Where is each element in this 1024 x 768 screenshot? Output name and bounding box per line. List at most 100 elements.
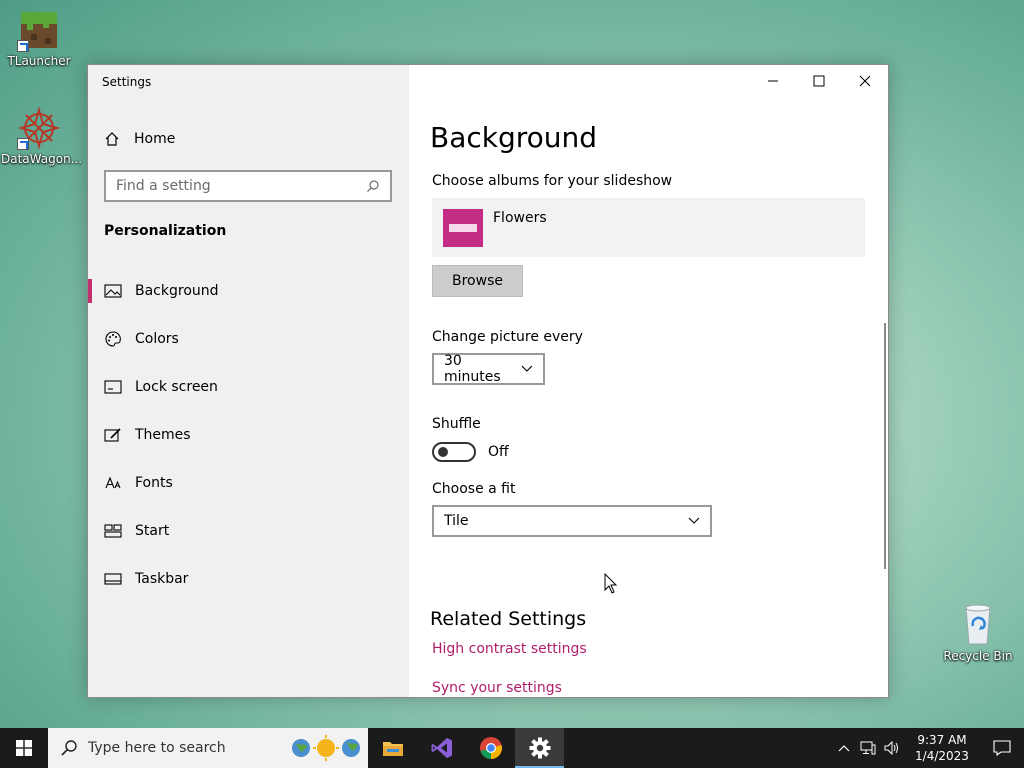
sidebar-item-label: Taskbar bbox=[135, 571, 189, 587]
sidebar-item-start[interactable]: Start bbox=[88, 507, 409, 555]
minimize-button[interactable] bbox=[750, 65, 796, 97]
close-icon bbox=[859, 75, 871, 87]
album-thumbnail bbox=[443, 209, 483, 247]
search-icon bbox=[367, 180, 379, 192]
volume-button[interactable] bbox=[880, 741, 904, 755]
search-icon bbox=[61, 740, 77, 756]
dropdown-value: 30 minutes bbox=[444, 353, 501, 385]
change-picture-label: Change picture every bbox=[432, 329, 583, 345]
home-icon bbox=[105, 132, 119, 146]
sidebar-item-fonts[interactable]: Fonts bbox=[88, 459, 409, 507]
start-icon bbox=[104, 522, 122, 540]
sidebar-item-label: Fonts bbox=[135, 475, 173, 491]
desktop-icon-tlauncher[interactable]: TLauncher bbox=[1, 8, 77, 68]
chevron-up-icon bbox=[838, 745, 850, 752]
page-title: Background bbox=[430, 121, 598, 154]
taskbar-app-chrome[interactable] bbox=[466, 728, 515, 768]
window-title: Settings bbox=[102, 75, 152, 89]
taskbar-search-box[interactable]: Type here to search bbox=[48, 728, 368, 768]
search-placeholder: Find a setting bbox=[116, 178, 211, 194]
tlauncher-icon bbox=[17, 8, 61, 52]
volume-icon bbox=[884, 741, 898, 755]
system-tray: 9:37 AM 1/4/2023 bbox=[832, 728, 1024, 768]
home-link[interactable]: Home bbox=[104, 129, 175, 149]
sidebar-item-themes[interactable]: Themes bbox=[88, 411, 409, 459]
related-settings-title: Related Settings bbox=[430, 608, 587, 630]
search-highlight[interactable] bbox=[290, 734, 362, 762]
album-item[interactable]: Flowers bbox=[432, 198, 865, 257]
change-picture-dropdown[interactable]: 30 minutes bbox=[432, 353, 545, 385]
start-button[interactable] bbox=[0, 728, 48, 768]
dropdown-value: Tile bbox=[444, 513, 469, 529]
maximize-button[interactable] bbox=[796, 65, 842, 97]
lock-screen-icon bbox=[104, 378, 122, 396]
network-button[interactable] bbox=[856, 741, 880, 755]
fit-dropdown[interactable]: Tile bbox=[432, 505, 712, 537]
desktop-icon-label: TLauncher bbox=[7, 54, 71, 68]
taskbar-app-file-explorer[interactable] bbox=[368, 728, 417, 768]
sidebar: Settings Home Find a setting Personaliza… bbox=[88, 65, 409, 697]
sidebar-item-background[interactable]: Background bbox=[88, 267, 409, 315]
albums-label: Choose albums for your slideshow bbox=[432, 173, 673, 189]
sidebar-item-colors[interactable]: Colors bbox=[88, 315, 409, 363]
sidebar-item-lock-screen[interactable]: Lock screen bbox=[88, 363, 409, 411]
shuffle-toggle[interactable] bbox=[432, 442, 476, 462]
notifications-button[interactable] bbox=[980, 740, 1024, 756]
shuffle-toggle-row: Off bbox=[432, 442, 509, 462]
clock-date: 1/4/2023 bbox=[915, 749, 969, 763]
datawagon-icon bbox=[17, 106, 61, 150]
taskbar: Type here to search 9:37 AM 1/4/2023 bbox=[0, 728, 1024, 768]
close-button[interactable] bbox=[842, 65, 888, 97]
settings-window: Settings Home Find a setting Personaliza… bbox=[87, 64, 889, 698]
find-setting-input[interactable]: Find a setting bbox=[104, 170, 392, 202]
chrome-icon bbox=[479, 737, 502, 759]
network-icon bbox=[860, 741, 876, 755]
sun-icon bbox=[313, 735, 339, 761]
taskbar-search-placeholder: Type here to search bbox=[88, 740, 226, 756]
high-contrast-link[interactable]: High contrast settings bbox=[432, 641, 587, 657]
themes-icon bbox=[104, 426, 122, 444]
fonts-icon bbox=[104, 474, 122, 492]
sidebar-item-label: Start bbox=[135, 523, 170, 539]
show-hidden-icons-button[interactable] bbox=[832, 744, 856, 752]
taskbar-app-visual-studio[interactable] bbox=[417, 728, 466, 768]
sidebar-item-taskbar[interactable]: Taskbar bbox=[88, 555, 409, 603]
palette-icon bbox=[104, 330, 122, 348]
sync-settings-link[interactable]: Sync your settings bbox=[432, 680, 562, 696]
chevron-down-icon bbox=[688, 517, 700, 524]
scrollbar[interactable] bbox=[884, 323, 886, 569]
maximize-icon bbox=[813, 75, 825, 87]
mouse-cursor-icon bbox=[604, 573, 618, 594]
folder-icon bbox=[382, 742, 403, 756]
chevron-down-icon bbox=[521, 365, 533, 372]
desktop-icon-label: Recycle Bin bbox=[943, 649, 1013, 663]
picture-icon bbox=[104, 282, 122, 300]
toggle-state: Off bbox=[488, 444, 509, 460]
browse-button[interactable]: Browse bbox=[432, 265, 523, 297]
sidebar-item-label: Colors bbox=[135, 331, 179, 347]
desktop-icon-datawagon[interactable]: DataWagon... bbox=[1, 106, 82, 166]
home-label: Home bbox=[134, 131, 176, 147]
sidebar-item-label: Themes bbox=[135, 427, 191, 443]
content-pane: Background Choose albums for your slides… bbox=[409, 65, 888, 697]
gear-icon bbox=[529, 737, 550, 759]
visual-studio-icon bbox=[431, 738, 452, 758]
sidebar-item-label: Background bbox=[135, 283, 219, 299]
taskbar-icon bbox=[104, 570, 122, 588]
album-name: Flowers bbox=[493, 210, 547, 226]
minimize-icon bbox=[768, 80, 778, 82]
clock-time: 9:37 AM bbox=[917, 733, 967, 747]
globe-icon bbox=[342, 739, 360, 757]
window-controls bbox=[750, 65, 888, 97]
fit-label: Choose a fit bbox=[432, 481, 516, 497]
notification-icon bbox=[993, 740, 1011, 756]
windows-logo-icon bbox=[16, 740, 32, 756]
section-title: Personalization bbox=[104, 223, 227, 239]
sidebar-item-label: Lock screen bbox=[135, 379, 218, 395]
taskbar-app-settings[interactable] bbox=[515, 728, 564, 768]
taskbar-clock[interactable]: 9:37 AM 1/4/2023 bbox=[910, 732, 974, 764]
desktop-icon-recycle-bin[interactable]: Recycle Bin bbox=[940, 602, 1016, 663]
desktop-icon-label: DataWagon... bbox=[1, 152, 83, 166]
recycle-bin-icon bbox=[965, 604, 991, 645]
shuffle-label: Shuffle bbox=[432, 416, 481, 432]
